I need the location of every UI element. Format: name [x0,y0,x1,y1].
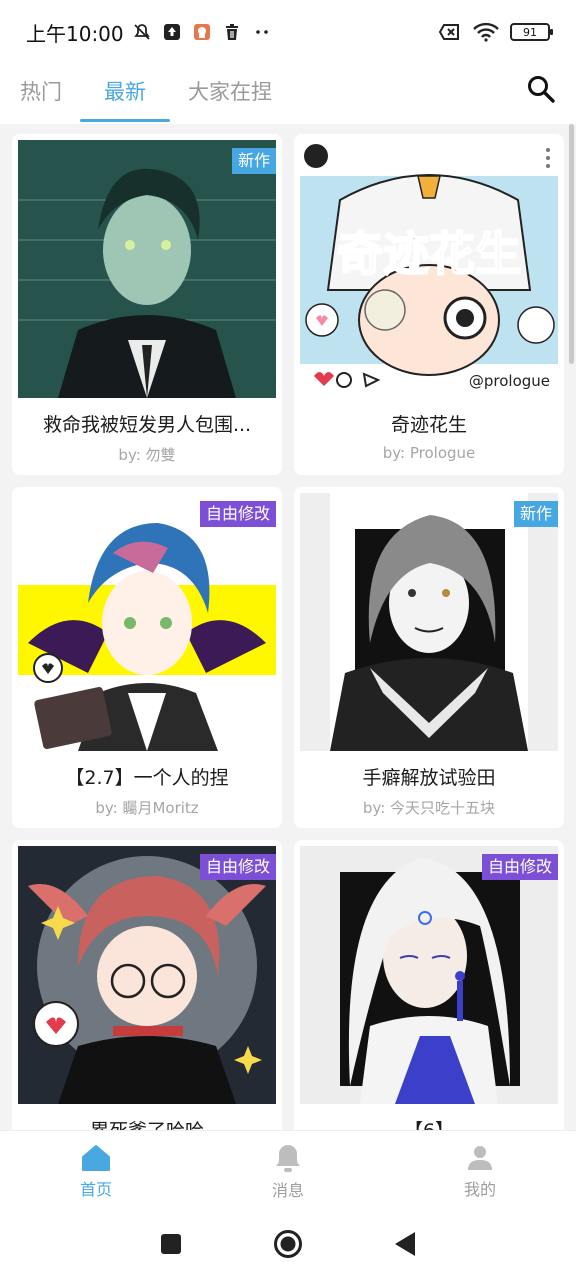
artwork-card[interactable]: 自由修改 累死爹了哈哈 [12,840,282,1130]
home-circle-icon[interactable] [273,1229,303,1263]
tab-hot[interactable]: 热门 [20,64,62,124]
status-notification-icons [132,22,272,42]
artwork-grid: 新作 救命我被短发男人包围... by: 勿雙 奇迹花生 @prologue 奇… [12,134,564,1130]
free-edit-badge: 自由修改 [199,501,276,527]
card-title: 【2.7】一个人的捏 [65,767,229,789]
nav-home[interactable]: 首页 [36,1144,156,1200]
artwork-thumbnail[interactable]: 奇迹花生 @prologue [300,140,558,398]
trash-icon [222,22,242,42]
home-icon [82,1144,110,1171]
artwork-card[interactable]: 奇迹花生 @prologue 奇迹花生 by: Prologue [294,134,564,475]
artwork-card[interactable]: 自由修改 【2.7】一个人的捏 by: 矚月Moritz [12,487,282,828]
status-time: 上午10:00 [26,21,124,46]
artwork-thumbnail[interactable] [18,140,276,398]
scrollbar[interactable] [569,124,574,364]
card-author[interactable]: by: 勿雙 [20,444,274,465]
artwork-thumbnail[interactable] [18,493,276,751]
back-triangle-icon[interactable] [393,1231,417,1261]
nav-profile[interactable]: 我的 [420,1144,540,1200]
card-title: 【6】 [302,1116,556,1130]
card-title: 手癖解放试验田 [362,767,496,789]
artwork-card[interactable]: 新作 救命我被短发男人包围... by: 勿雙 [12,134,282,475]
upload-icon [162,22,182,42]
mute-icon [132,22,152,42]
more-dots-icon [252,22,272,42]
no-sim-icon [438,22,462,42]
tab-everyone-making[interactable]: 大家在捏 [188,64,272,124]
nav-home-label: 首页 [79,1179,112,1199]
card-title: 累死爹了哈哈 [20,1116,274,1130]
bell-icon [276,1144,300,1172]
status-system-icons: 91 [438,22,553,42]
artwork-handle-text: @prologue [469,372,550,390]
bottom-navigation: 首页 消息 我的 [0,1130,576,1212]
category-tab-bar: 热门 最新 大家在捏 [0,64,576,124]
new-badge: 新作 [513,501,558,527]
free-edit-badge: 自由修改 [481,854,558,880]
person-icon [468,1145,492,1170]
artwork-card[interactable]: 自由修改 【6】 [294,840,564,1130]
free-edit-badge: 自由修改 [199,854,276,880]
artwork-thumbnail[interactable] [300,493,558,751]
battery-icon: 91 [510,23,553,41]
artwork-thumbnail[interactable] [300,846,558,1104]
search-icon [528,76,555,103]
recents-square-icon[interactable] [159,1232,183,1260]
artwork-title-text: 奇迹花生 [337,227,521,281]
nav-messages[interactable]: 消息 [228,1143,348,1201]
card-author[interactable]: by: 矚月Moritz [20,797,274,818]
tab-latest[interactable]: 最新 [80,64,170,124]
nav-messages-label: 消息 [271,1180,304,1200]
new-badge: 新作 [231,148,276,174]
card-title: 救命我被短发男人包围... [42,414,252,436]
search-button[interactable] [526,74,556,104]
system-navigation-bar [0,1212,576,1280]
status-bar: 上午10:00 91 [0,0,576,64]
artwork-thumbnail[interactable] [18,846,276,1104]
app-notification-icon [192,22,212,42]
card-author[interactable]: by: 今天只吃十五块 [302,797,556,818]
wifi-icon [472,22,500,42]
artwork-card[interactable]: 新作 手癖解放试验田 by: 今天只吃十五块 [294,487,564,828]
card-title: 奇迹花生 [390,414,467,436]
card-author[interactable]: by: Prologue [302,444,556,462]
nav-profile-label: 我的 [463,1179,496,1199]
